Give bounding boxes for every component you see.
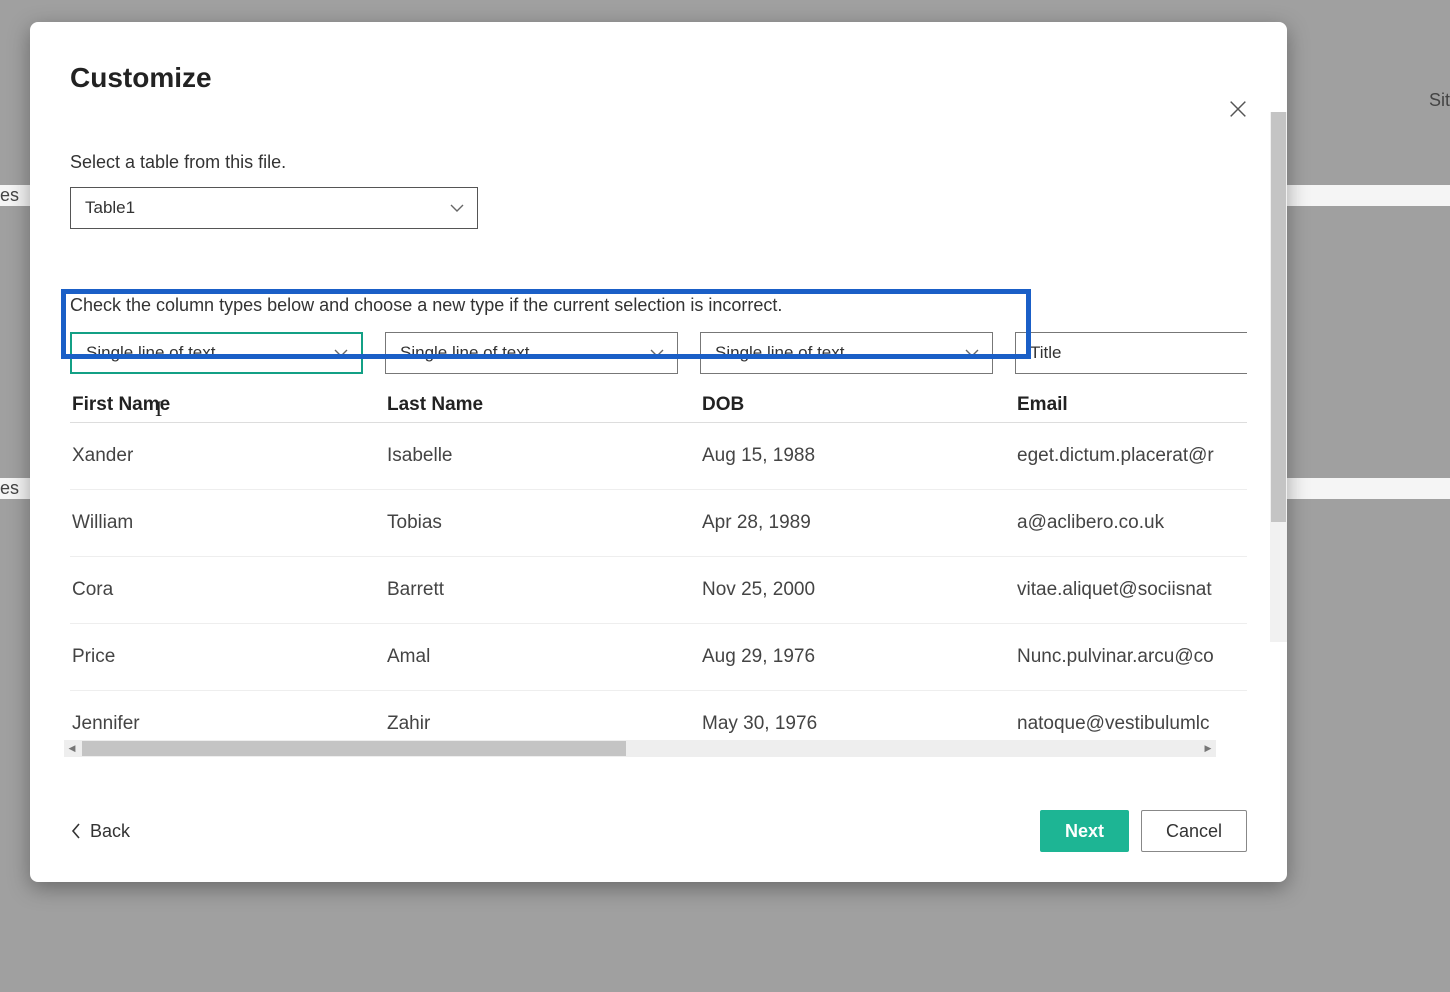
table-row: Price Amal Aug 29, 1976 Nunc.pulvinar.ar…: [70, 624, 1247, 691]
cell: vitae.aliquet@sociisnat: [1015, 579, 1247, 601]
cell: Aug 15, 1988: [700, 445, 993, 467]
column-type-select-2[interactable]: Single line of text: [700, 332, 993, 374]
table-row: Cora Barrett Nov 25, 2000 vitae.aliquet@…: [70, 557, 1247, 624]
cell: Zahir: [385, 713, 678, 735]
cell: Isabelle: [385, 445, 678, 467]
cell: Xander: [70, 445, 363, 467]
cell: a@aclibero.co.uk: [1015, 512, 1247, 534]
cell: Barrett: [385, 579, 678, 601]
back-button[interactable]: Back: [70, 821, 130, 842]
table-row: Xander Isabelle Aug 15, 1988 eget.dictum…: [70, 423, 1247, 490]
close-button[interactable]: [1227, 98, 1249, 120]
cell: Price: [70, 646, 363, 668]
back-label: Back: [90, 821, 130, 842]
column-type-value: Single line of text: [400, 343, 529, 363]
table-header-row: First Name Last Name DOB Email: [70, 394, 1247, 423]
table-header: Email: [1015, 394, 1247, 416]
table-select[interactable]: Table1: [70, 187, 478, 229]
cell: May 30, 1976: [700, 713, 993, 735]
cell: Amal: [385, 646, 678, 668]
customize-dialog: Customize Select a table from this file.…: [30, 22, 1287, 882]
chevron-down-icon: [333, 345, 349, 361]
cell: natoque@vestibulumlc: [1015, 713, 1247, 735]
table-header: First Name: [70, 394, 363, 416]
column-type-select-1[interactable]: Single line of text: [385, 332, 678, 374]
close-icon: [1227, 98, 1249, 120]
cell: Nov 25, 2000: [700, 579, 993, 601]
horizontal-scrollbar-thumb[interactable]: [82, 741, 626, 756]
table-select-label: Select a table from this file.: [70, 152, 1247, 173]
vertical-scrollbar[interactable]: [1270, 112, 1287, 642]
table-select-value: Table1: [85, 198, 135, 218]
cell: Aug 29, 1976: [700, 646, 993, 668]
column-type-row: Single line of text Single line of text …: [70, 326, 1247, 384]
column-type-select-3[interactable]: Title: [1015, 332, 1247, 374]
column-type-select-0[interactable]: Single line of text: [70, 332, 363, 374]
cell: Tobias: [385, 512, 678, 534]
bg-right-text: Sit: [1429, 90, 1450, 111]
chevron-down-icon: [649, 345, 665, 361]
instruction-text: Check the column types below and choose …: [70, 295, 1247, 316]
vertical-scrollbar-thumb[interactable]: [1271, 112, 1286, 522]
column-type-value: Single line of text: [86, 343, 215, 363]
horizontal-scrollbar[interactable]: ◀ ▶: [64, 740, 1216, 757]
table-header: DOB: [700, 394, 993, 416]
next-button[interactable]: Next: [1040, 810, 1129, 852]
cell: Cora: [70, 579, 363, 601]
scroll-left-arrow-icon[interactable]: ◀: [64, 740, 80, 757]
cell: Nunc.pulvinar.arcu@co: [1015, 646, 1247, 668]
table-preview-area: Single line of text Single line of text …: [70, 326, 1247, 756]
table-header: Last Name: [385, 394, 678, 416]
cell: Jennifer: [70, 713, 363, 735]
column-type-value: Title: [1030, 343, 1062, 363]
chevron-down-icon: [449, 200, 465, 216]
scroll-right-arrow-icon[interactable]: ▶: [1200, 740, 1216, 757]
cell: eget.dictum.placerat@r: [1015, 445, 1247, 467]
chevron-down-icon: [964, 345, 980, 361]
cancel-button[interactable]: Cancel: [1141, 810, 1247, 852]
cell: William: [70, 512, 363, 534]
cell: Apr 28, 1989: [700, 512, 993, 534]
dialog-footer: Back Next Cancel: [70, 810, 1247, 852]
dialog-title: Customize: [70, 62, 1247, 94]
column-type-value: Single line of text: [715, 343, 844, 363]
table-row: William Tobias Apr 28, 1989 a@aclibero.c…: [70, 490, 1247, 557]
chevron-left-icon: [70, 822, 82, 840]
